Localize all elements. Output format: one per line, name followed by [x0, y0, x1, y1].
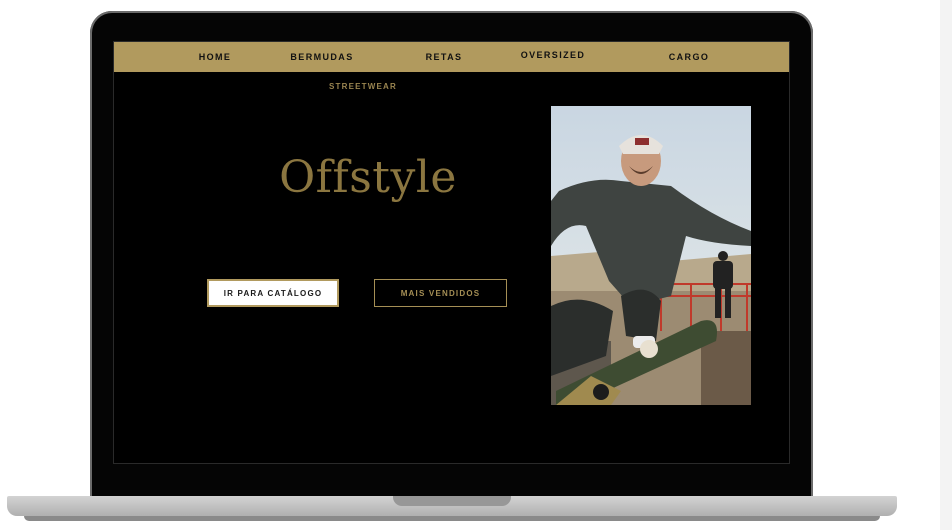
- catalog-button[interactable]: IR PARA CATÁLOGO: [207, 279, 339, 307]
- background-panel: [940, 0, 952, 530]
- nav-item-cargo[interactable]: CARGO: [669, 42, 710, 72]
- main-navbar: HOME BERMUDAS RETAS OVERSIZED CARGO: [114, 42, 789, 72]
- laptop-notch: [393, 496, 511, 506]
- nav-item-bermudas[interactable]: BERMUDAS: [290, 42, 353, 72]
- nav-item-oversized[interactable]: OVERSIZED: [521, 42, 586, 72]
- nav-item-retas[interactable]: RETAS: [426, 42, 463, 72]
- website-screen: HOME BERMUDAS RETAS OVERSIZED CARGO STRE…: [113, 41, 790, 464]
- skater-photo-illustration: [551, 106, 751, 405]
- hero-skater-photo: [551, 106, 751, 405]
- nav-item-streetwear[interactable]: STREETWEAR: [329, 82, 397, 91]
- bestsellers-button[interactable]: MAIS VENDIDOS: [374, 279, 507, 307]
- laptop-foot: [24, 516, 880, 521]
- brand-title: Offstyle: [279, 152, 457, 203]
- nav-item-home[interactable]: HOME: [199, 42, 232, 72]
